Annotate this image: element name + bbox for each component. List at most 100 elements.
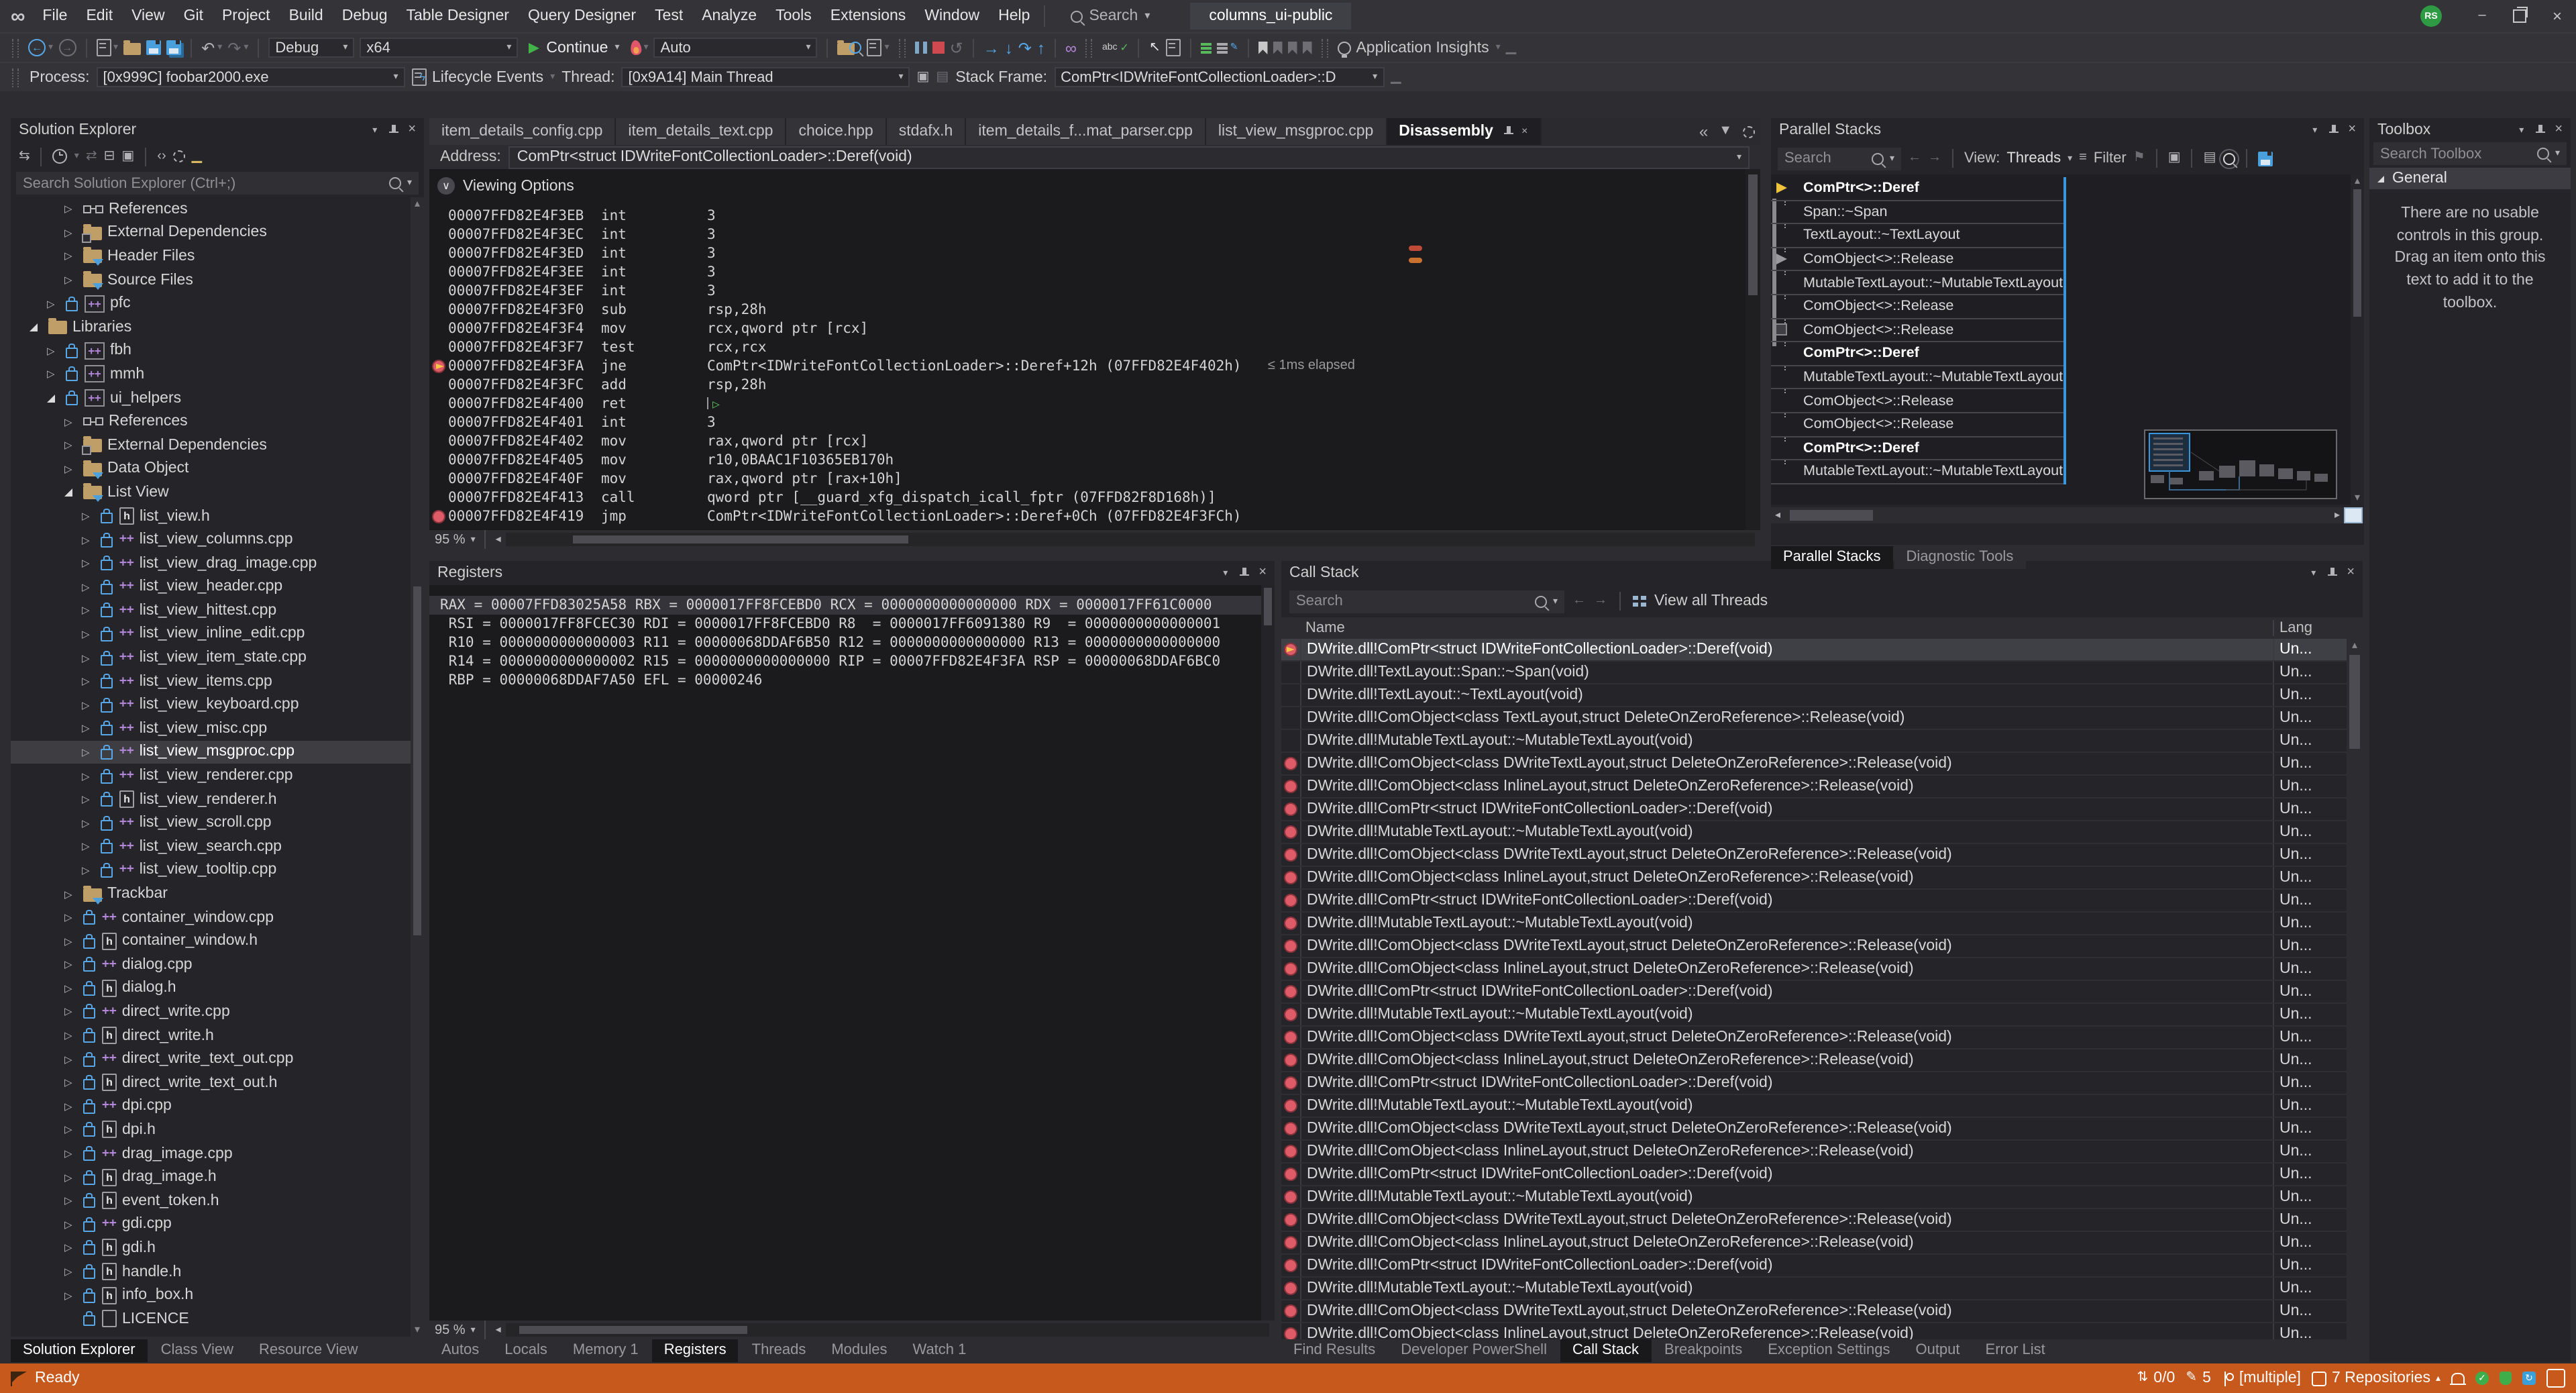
breakpoint-gutter[interactable] [429,451,448,470]
expand-arrow-icon[interactable] [64,227,78,239]
expand-arrow-icon[interactable] [82,817,95,829]
disassembly-line[interactable]: 00007FFD82E4F3EF int 3 [429,282,1760,301]
stack-frame-row[interactable]: Span::~Span [1771,201,2063,224]
disassembly-line[interactable]: 00007FFD82E4F3F7 test rcx,rcx [429,338,1760,357]
stack-frame-row[interactable]: ComObject<>::Release [1771,295,2063,319]
sync-status[interactable]: ↻ [2522,1372,2536,1385]
toolbar-grip[interactable] [12,68,19,87]
expand-arrow-icon[interactable] [64,935,78,947]
breakpoint-gutter[interactable] [429,413,448,432]
call-stack-row[interactable]: DWrite.dll!ComObject<class InlineLayout,… [1281,1049,2363,1072]
call-stack-row[interactable]: DWrite.dll!ComObject<class DWriteTextLay… [1281,1300,2363,1323]
search-control[interactable]: Search [1062,8,1158,24]
call-stack-row[interactable]: DWrite.dll!MutableTextLayout::~MutableTe… [1281,730,2363,753]
dock-tab[interactable]: Diagnostic Tools [1894,546,2026,569]
expand-arrow-icon[interactable] [64,982,78,994]
call-stack-row[interactable]: DWrite.dll!ComObject<class InlineLayout,… [1281,958,2363,981]
tree-item[interactable]: direct_write.cpp [11,1000,411,1023]
expand-arrow-icon[interactable] [64,439,78,451]
call-stack-row[interactable]: DWrite.dll!TextLayout::~TextLayout(void)… [1281,684,2363,707]
parallel-stacks-vscrollbar[interactable]: ▴ ▾ [2351,174,2364,505]
zoom-level[interactable]: 95 % [435,1323,466,1337]
show-next-statement-button[interactable] [983,40,1000,56]
tree-item[interactable]: list_view_msgproc.cpp [11,740,411,764]
tree-item[interactable]: list_view_misc.cpp [11,717,411,740]
stack-frame-row[interactable]: MutableTextLayout::~MutableTextLayout [1771,366,2063,390]
sync-with-active-document-icon[interactable] [19,150,30,163]
register-line[interactable]: R10 = 0000000000000003 R11 = 00000068DDA… [429,633,1275,652]
solution-explorer-search[interactable]: Search Solution Explorer (Ctrl+;) [16,172,419,195]
call-stack-row[interactable]: DWrite.dll!ComPtr<struct IDWriteFontColl… [1281,981,2363,1004]
toolbar-grip[interactable] [1086,38,1093,57]
expand-arrow-icon[interactable] [82,557,95,569]
next-bookmark-button[interactable] [1287,41,1297,54]
stack-frame-row[interactable]: ComObject<>::Release [1771,319,2063,342]
collapse-all-icon[interactable] [104,150,115,163]
open-file-button[interactable] [123,40,141,55]
call-stack-row[interactable]: DWrite.dll!TextLayout::Span::~Span(void)… [1281,662,2363,684]
call-stack-row[interactable]: DWrite.dll!ComObject<class DWriteTextLay… [1281,1209,2363,1232]
tree-item[interactable]: handle.h [11,1259,411,1283]
auto-zoom-icon[interactable] [2223,152,2235,164]
editor-tab[interactable]: stdafx.h [887,118,967,145]
tree-item[interactable]: List View [11,480,411,504]
menu-item[interactable]: Table Designer [397,0,519,32]
application-insights-dropdown[interactable]: Application Insights [1356,40,1500,56]
tree-item[interactable]: Data Object [11,457,411,480]
save-all-button[interactable] [166,40,181,55]
undo-button[interactable] [201,40,222,56]
menu-item[interactable]: Tools [766,0,821,32]
tree-item[interactable]: Trackbar [11,882,411,905]
back-icon[interactable] [1908,152,1921,165]
pending-edits-status[interactable]: 5 [2186,1370,2211,1386]
call-stack-row[interactable]: DWrite.dll!ComObject<class DWriteTextLay… [1281,1118,2363,1141]
menu-item[interactable]: Extensions [821,0,916,32]
process-dropdown[interactable]: [0x999C] foobar2000.exe [97,67,405,87]
tree-item[interactable]: list_view_inline_edit.cpp [11,622,411,646]
window-position-icon[interactable] [372,125,377,135]
feedback-flag-icon[interactable] [11,1371,24,1386]
call-stack-row[interactable]: DWrite.dll!ComObject<class InlineLayout,… [1281,867,2363,890]
view-all-threads-button[interactable]: View all Threads [1654,593,1768,609]
disassembly-line[interactable]: 00007FFD82E4F3EE int 3 [429,263,1760,282]
zoom-level[interactable]: 95 % [435,532,466,547]
pin-icon[interactable] [2533,124,2545,136]
editor-tab[interactable]: Disassembly [1387,118,1541,145]
break-all-button[interactable] [915,42,927,54]
menu-item[interactable]: View [122,0,174,32]
disassembly-line[interactable]: 00007FFD82E4F3EB int 3 [429,207,1760,225]
breakpoint-gutter[interactable] [429,507,448,526]
dock-tab[interactable]: Parallel Stacks [1771,546,1893,569]
breakpoint-gutter[interactable] [429,207,448,225]
tree-item[interactable]: mmh [11,362,411,386]
feedback-button[interactable] [2546,1369,2565,1388]
tree-item[interactable]: event_token.h [11,1189,411,1213]
call-stack-row[interactable]: DWrite.dll!ComPtr<struct IDWriteFontColl… [1281,1255,2363,1278]
expand-arrow-icon[interactable] [82,793,95,805]
call-stack-row[interactable]: DWrite.dll!ComObject<class InlineLayout,… [1281,1141,2363,1164]
tree-item[interactable]: References [11,197,411,221]
close-button[interactable] [2538,0,2576,32]
breakpoint-gutter[interactable] [429,357,448,376]
expand-arrow-icon[interactable] [64,888,78,900]
scrollbar-thumb[interactable] [574,535,909,544]
expand-arrow-icon[interactable] [82,510,95,522]
tree-item[interactable]: list_view_keyboard.cpp [11,693,411,717]
filter-dropdown-icon[interactable] [74,152,79,161]
notifications-button[interactable] [2451,1373,2465,1384]
edit-lines-button[interactable] [1217,42,1238,53]
call-stack-row[interactable]: DWrite.dll!ComObject<class InlineLayout,… [1281,776,2363,798]
address-dropdown[interactable]: ComPtr<struct IDWriteFontCollectionLoade… [509,146,1750,168]
parallel-stacks-hscrollbar[interactable] [1771,507,2364,523]
expand-arrow-icon[interactable] [82,770,95,782]
call-stack-scrollbar[interactable]: ▴ [2347,639,2363,1339]
tree-item[interactable]: list_view_search.cpp [11,835,411,858]
dock-tab[interactable]: Locals [492,1339,559,1362]
disassembly-line[interactable]: 00007FFD82E4F3EC int 3 [429,225,1760,244]
show-all-files-icon[interactable] [121,150,134,163]
tree-item[interactable]: drag_image.h [11,1166,411,1189]
disassembly-line[interactable]: 00007FFD82E4F413 call qword ptr [__guard… [429,488,1760,507]
hot-reload-mode-dropdown[interactable]: Auto [654,38,818,58]
disassembly-line[interactable]: 00007FFD82E4F400 ret [429,395,1760,413]
expand-arrow-icon[interactable] [64,1266,78,1278]
